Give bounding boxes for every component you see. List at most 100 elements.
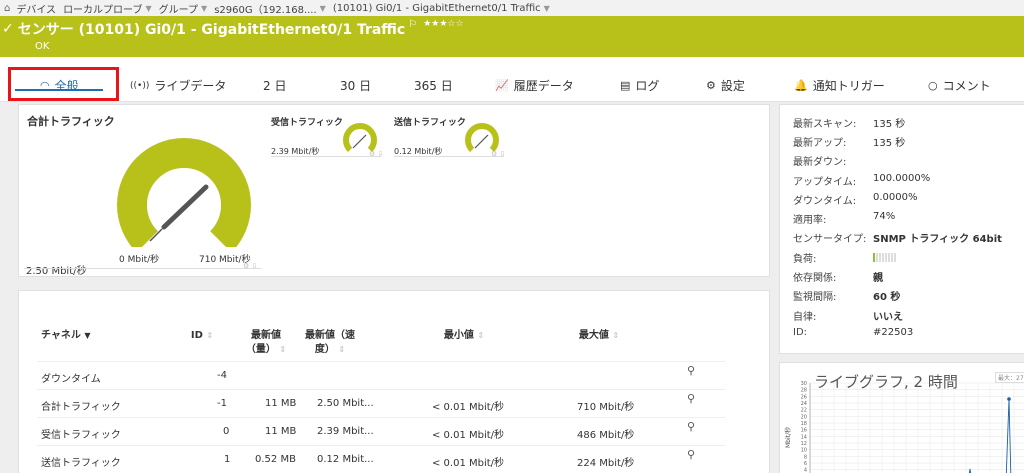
column-header-last-volume[interactable]: 最新値 （量） ⇕	[241, 329, 291, 357]
cell-max: 486 Mbit/秒	[577, 430, 635, 441]
column-header-channel[interactable]: チャネル ▼	[41, 329, 91, 343]
cell-channel: 受信トラフィック	[41, 430, 121, 441]
gauge-rx	[343, 123, 377, 153]
load-segment	[894, 253, 896, 262]
load-segment	[891, 253, 893, 262]
cell-max: 224 Mbit/秒	[577, 458, 635, 469]
cell-min: < 0.01 Mbit/秒	[432, 458, 505, 469]
load-bar	[873, 253, 896, 268]
channel-tools-icon[interactable]: ⚲	[687, 364, 695, 377]
table-row[interactable]: 合計トラフィック -1 11 MB 2.50 Mbit... < 0.01 Mb…	[37, 389, 725, 417]
divider	[24, 268, 261, 269]
load-segment	[888, 253, 890, 262]
y-tick-label: 30	[801, 381, 807, 387]
info-row-uptime: アップタイム: 100.0000%	[793, 173, 931, 188]
breadcrumb-devices[interactable]: デバイス	[16, 1, 56, 16]
tab-2-days[interactable]: 2 日	[263, 77, 286, 94]
breadcrumb-local-probe[interactable]: ローカルプローブ ▼	[63, 1, 152, 16]
check-icon: ✓	[2, 21, 14, 37]
cell-min: < 0.01 Mbit/秒	[432, 402, 505, 413]
chevron-down-icon[interactable]: ▼	[320, 4, 326, 13]
flag-icon[interactable]: ⚐	[408, 19, 417, 30]
highlight-box	[8, 67, 119, 101]
channel-tools-icon[interactable]: ⚲	[687, 392, 695, 405]
cell-channel: 合計トラフィック	[41, 402, 121, 413]
y-tick-label: 10	[801, 448, 807, 454]
tab-comments[interactable]: ○ コメント	[928, 77, 991, 94]
gauge-total-min: 0 Mbit/秒	[119, 255, 160, 265]
gauge-tools-icon[interactable]: ⚙ ⇩	[491, 150, 505, 158]
sensor-header: ✓ センサー (10101) Gi0/1 - GigabitEthernet0/…	[0, 16, 1024, 57]
load-segment	[873, 253, 875, 262]
channel-tools-icon[interactable]: ⚲	[687, 420, 695, 433]
info-row-load: 負荷:	[793, 250, 896, 268]
y-tick-label: 16	[801, 428, 807, 434]
load-segment	[876, 253, 878, 262]
comment-icon: ○	[928, 79, 938, 92]
y-tick-label: 20	[801, 414, 807, 420]
gauge-total-value: 2.50 Mbit/秒	[26, 266, 87, 277]
info-row-interval: 監視間隔: 60 秒	[793, 292, 901, 303]
live-graph-panel: 30282624222018161412108642Mbit/秒 ライブグラフ,…	[779, 362, 1024, 473]
y-tick-label: 24	[801, 401, 807, 407]
info-row-sensor-type: センサータイプ: SNMP トラフィック 64bit	[793, 234, 1002, 245]
column-header-min[interactable]: 最小値 ⇕	[429, 329, 499, 343]
chevron-down-icon[interactable]: ▼	[201, 4, 207, 13]
tab-365-days[interactable]: 365 日	[414, 77, 453, 94]
gauge-total	[117, 138, 251, 247]
tab-30-days[interactable]: 30 日	[340, 77, 371, 94]
info-row-downtime: ダウンタイム: 0.0000%	[793, 192, 918, 207]
gauge-tools-icon[interactable]: ⚙ ⇩	[243, 262, 257, 270]
chevron-down-icon[interactable]: ▼	[145, 4, 151, 13]
column-header-last-speed[interactable]: 最新値（速 度） ⇕	[295, 329, 365, 357]
breadcrumb: ⌂ デバイス ローカルプローブ ▼ グループ ▼ s2960G（192.168...…	[0, 0, 1024, 16]
y-tick-label: 6	[804, 461, 807, 467]
gauge-tx-title: 送信トラフィック	[394, 118, 466, 128]
breadcrumb-device[interactable]: s2960G（192.168.... ▼	[214, 1, 326, 16]
gauge-tx	[465, 123, 499, 153]
chevron-down-icon[interactable]: ▼	[544, 4, 550, 13]
priority-stars[interactable]: ★★★☆☆	[423, 19, 463, 29]
live-signal-icon: ((•))	[130, 80, 150, 91]
load-segment	[885, 253, 887, 262]
column-header-id[interactable]: ID ⇕	[187, 329, 217, 343]
breadcrumb-sensor[interactable]: (10101) Gi0/1 - GigabitEthernet0/1 Traff…	[333, 3, 550, 14]
y-tick-label: 28	[801, 388, 807, 394]
tab-notification-triggers[interactable]: 🔔 通知トリガー	[794, 77, 885, 94]
info-row-last-down: 最新ダウン:	[793, 157, 847, 168]
tab-settings[interactable]: ⚙ 設定	[706, 77, 745, 94]
cell-speed: 2.39 Mbit...	[317, 426, 374, 437]
breadcrumb-group[interactable]: グループ ▼	[159, 1, 208, 16]
load-segment	[882, 253, 884, 262]
tab-historic-data[interactable]: 📈 履歴データ	[495, 77, 574, 94]
gear-icon: ⚙	[706, 79, 716, 92]
info-row-last-scan: 最新スキャン: 135 秒	[793, 119, 906, 130]
gauge-tools-icon[interactable]: ⚙ ⇩	[369, 150, 383, 158]
y-tick-label: 18	[801, 421, 807, 427]
table-row[interactable]: 受信トラフィック 0 11 MB 2.39 Mbit... < 0.01 Mbi…	[37, 417, 725, 445]
column-header-max[interactable]: 最大値 ⇕	[564, 329, 634, 343]
tab-live-data[interactable]: ((•)) ライブデータ	[130, 77, 226, 94]
y-tick-label: 26	[801, 394, 807, 400]
gauges-panel: 合計トラフィック 2.50 Mbit/秒 0 Mbit/秒 710 Mbit/秒…	[18, 104, 770, 277]
channel-tools-icon[interactable]: ⚲	[687, 448, 695, 461]
cell-id: -1	[217, 398, 227, 409]
cell-max: 710 Mbit/秒	[577, 402, 635, 413]
live-graph-title: ライブグラフ, 2 時間	[814, 373, 958, 391]
divider	[394, 156, 504, 157]
cell-volume: 11 MB	[265, 398, 297, 409]
y-axis-label: Mbit/秒	[784, 427, 792, 448]
tab-log[interactable]: ▤ ログ	[620, 77, 659, 94]
info-row-coverage: 適用率: 74%	[793, 211, 896, 226]
cell-id: -4	[217, 370, 227, 381]
table-row[interactable]: ダウンタイム -4 ⚲	[37, 361, 725, 389]
cell-min: < 0.01 Mbit/秒	[432, 430, 505, 441]
info-row-id: ID: #22503	[793, 327, 914, 338]
status-text: OK	[35, 41, 50, 52]
table-row[interactable]: 送信トラフィック 1 0.52 MB 0.12 Mbit... < 0.01 M…	[37, 445, 725, 473]
cell-channel: 送信トラフィック	[41, 458, 121, 469]
gauge-rx-title: 受信トラフィック	[271, 118, 343, 128]
sensor-info-panel: 最新スキャン: 135 秒 最新アップ: 135 秒 最新ダウン: アップタイム: 1…	[779, 104, 1024, 354]
home-icon[interactable]: ⌂	[4, 3, 10, 14]
page-title: ✓ センサー (10101) Gi0/1 - GigabitEthernet0/…	[2, 18, 464, 39]
